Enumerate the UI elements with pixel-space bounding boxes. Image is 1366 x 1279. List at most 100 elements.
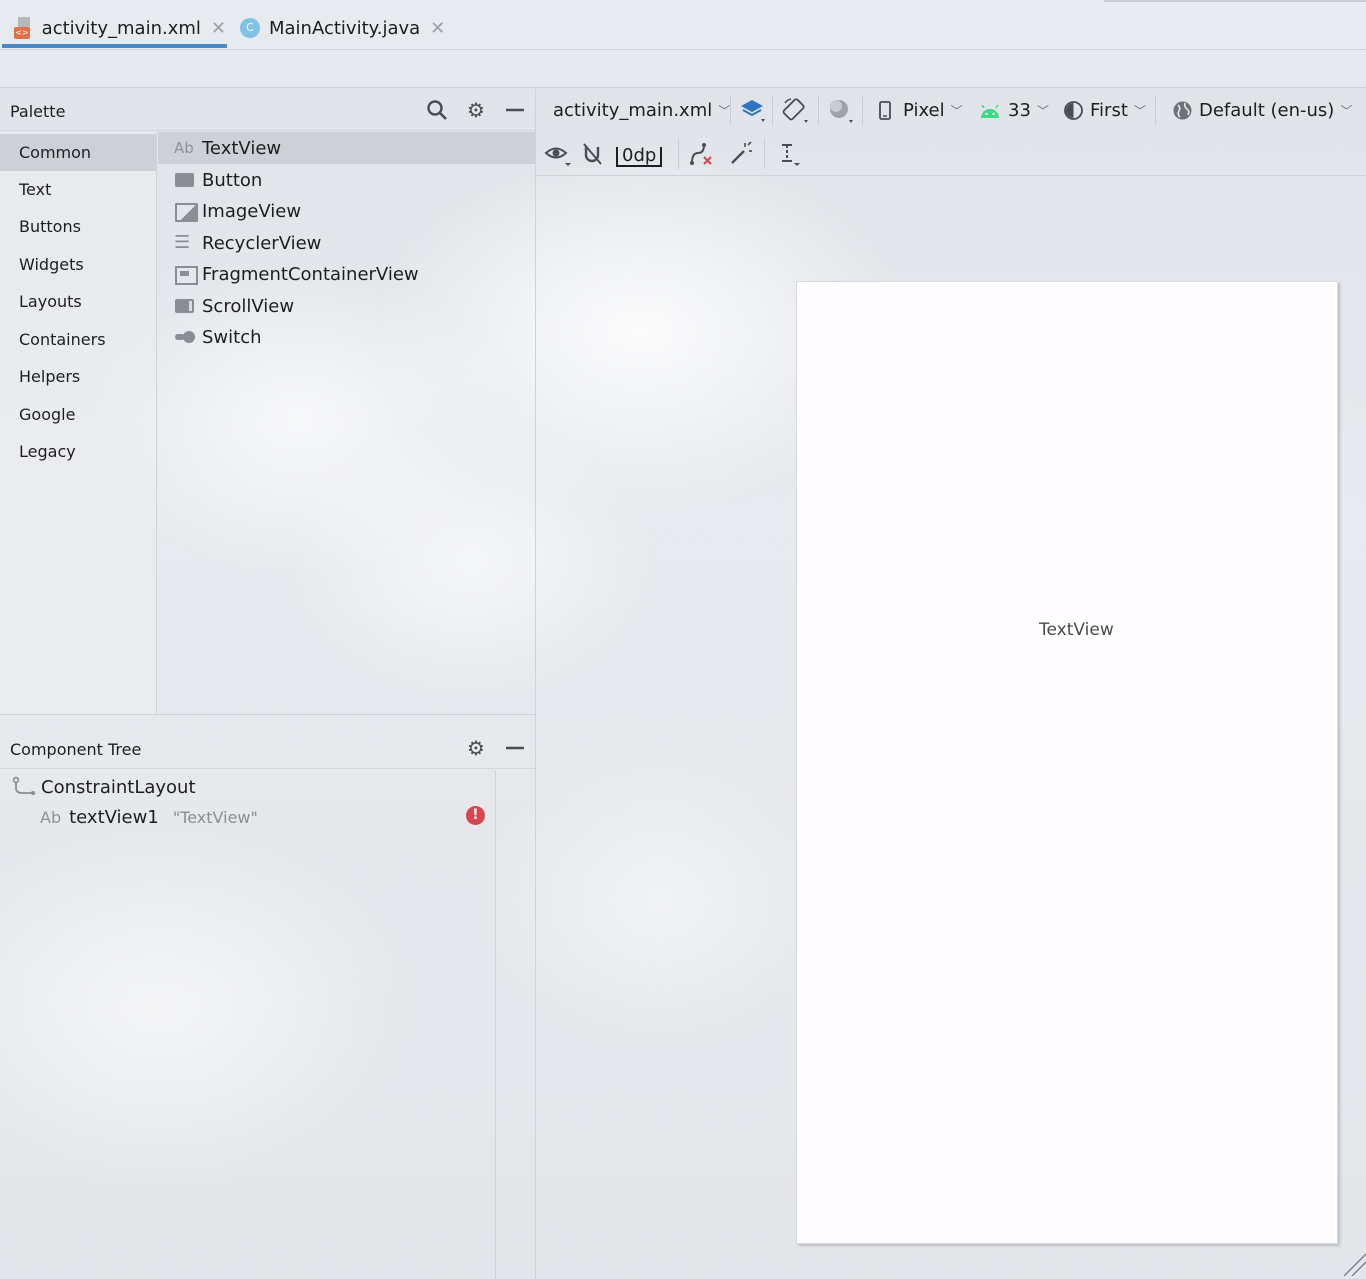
palette-item-label: ImageView: [202, 200, 302, 222]
palette-item-label: Switch: [202, 326, 262, 348]
fragment-container-icon: [174, 266, 198, 285]
palette-item-switch[interactable]: Switch: [158, 321, 535, 353]
phone-icon: [879, 100, 893, 121]
rotate-orientation-icon[interactable]: [782, 97, 808, 123]
palette-item-label: Button: [202, 169, 263, 191]
toolbar-separator: [730, 95, 731, 125]
palette-item-label: ScrollView: [202, 295, 295, 317]
palette-item-label: RecyclerView: [202, 232, 322, 254]
palette-category-google[interactable]: Google: [0, 396, 156, 433]
tree-node-textview1[interactable]: Ab textView1 "TextView": [40, 804, 258, 830]
palette-category-text[interactable]: Text: [0, 171, 156, 208]
chevron-down-icon: ﹀: [950, 104, 963, 118]
minimize-icon[interactable]: [504, 99, 526, 121]
editor-subbar: [0, 50, 1366, 88]
toolbar-separator: [1155, 95, 1156, 125]
minimize-icon[interactable]: [504, 737, 526, 759]
imageview-icon: [174, 203, 198, 222]
constraint-layout-icon: [12, 776, 38, 798]
infer-constraints-icon[interactable]: [728, 141, 754, 167]
theme-label: First: [1090, 100, 1128, 121]
component-tree-title: Component Tree: [10, 740, 142, 759]
night-mode-icon[interactable]: [827, 97, 853, 123]
textview-icon: Ab: [174, 139, 194, 157]
tab-label: MainActivity.java: [269, 17, 421, 39]
default-margin-field[interactable]: 0dp: [616, 133, 663, 176]
device-label: Pixel: [903, 100, 945, 121]
active-tab-indicator: [2, 44, 227, 48]
guidelines-icon[interactable]: [776, 141, 802, 167]
palette-header: [0, 89, 535, 131]
locale-dropdown[interactable]: Default (en-us) ﹀: [1172, 89, 1352, 132]
button-icon: [174, 172, 196, 188]
gear-icon[interactable]: ⚙: [465, 99, 487, 121]
palette-category-widgets[interactable]: Widgets: [0, 246, 156, 283]
tab-label: activity_main.xml: [41, 17, 201, 39]
tree-node-id: textView1: [69, 806, 159, 828]
chevron-down-icon: ﹀: [1340, 104, 1353, 118]
toolbar-separator: [772, 95, 773, 125]
layout-file-dropdown[interactable]: activity_main.xml ﹀: [553, 89, 730, 132]
palette-item-button[interactable]: Button: [158, 164, 535, 196]
switch-icon: [174, 329, 196, 345]
palette-item-scrollview[interactable]: ScrollView: [158, 290, 535, 322]
palette-category-buttons[interactable]: Buttons: [0, 208, 156, 245]
xml-layout-icon: <>: [14, 17, 34, 39]
toolbar-separator: [862, 95, 863, 125]
resize-grip-icon[interactable]: [1340, 1250, 1366, 1277]
java-class-icon: C: [240, 18, 260, 38]
close-icon[interactable]: ✕: [430, 18, 445, 39]
layout-file-label: activity_main.xml: [553, 100, 713, 121]
locale-label: Default (en-us): [1199, 100, 1335, 121]
design-area-border: [535, 89, 536, 1279]
tab-bar-top-line: [1104, 0, 1366, 2]
device-preview-canvas[interactable]: [796, 281, 1338, 1244]
palette-item-fragmentcontainerview[interactable]: FragmentContainerView: [158, 258, 535, 290]
tree-node-hint: "TextView": [172, 807, 258, 827]
android-icon: [980, 103, 1002, 119]
palette-item-imageview[interactable]: ImageView: [158, 195, 535, 227]
eye-view-options-icon[interactable]: [544, 141, 571, 167]
chevron-down-icon: ﹀: [718, 104, 731, 118]
toolbar-separator: [764, 139, 765, 169]
api-level-dropdown[interactable]: 33 ﹀: [980, 89, 1049, 132]
textview-icon: Ab: [40, 807, 62, 827]
panel-splitter[interactable]: [0, 714, 535, 726]
component-tree-divider: [495, 770, 496, 1279]
tab-activity-main-xml[interactable]: <> activity_main.xml ✕: [14, 10, 226, 46]
palette-item-recyclerview[interactable]: RecyclerView: [158, 227, 535, 259]
palette-category-layouts[interactable]: Layouts: [0, 283, 156, 320]
tree-node-constraintlayout[interactable]: ConstraintLayout: [12, 774, 196, 800]
gear-icon[interactable]: ⚙: [465, 737, 487, 759]
toolbar-separator: [818, 95, 819, 125]
palette-item-label: FragmentContainerView: [202, 263, 419, 285]
recyclerview-icon: [174, 232, 196, 253]
palette-item-label: TextView: [202, 137, 282, 159]
api-level-label: 33: [1008, 100, 1031, 121]
device-dropdown[interactable]: Pixel ﹀: [879, 89, 963, 132]
error-icon[interactable]: !: [466, 806, 485, 825]
chevron-down-icon: ﹀: [1133, 104, 1146, 118]
palette-category-legacy[interactable]: Legacy: [0, 433, 156, 470]
palette-category-common[interactable]: Common: [0, 134, 156, 171]
palette-item-list: Ab TextView Button ImageView RecyclerVie…: [158, 132, 535, 714]
toolbar-separator: [678, 139, 679, 169]
chevron-down-icon: ﹀: [1036, 104, 1049, 118]
preview-textview[interactable]: TextView: [1039, 620, 1114, 640]
layers-icon[interactable]: [739, 97, 765, 123]
tab-mainactivity-java[interactable]: C MainActivity.java ✕: [240, 10, 450, 46]
close-icon[interactable]: ✕: [211, 18, 226, 39]
default-margin-value: 0dp: [616, 146, 663, 167]
palette-title: Palette: [10, 102, 66, 121]
constraint-toolbar: 0dp: [536, 133, 1366, 176]
design-toolbar: activity_main.xml ﹀ Pixel ﹀ 33 ﹀ First ﹀: [536, 89, 1366, 132]
autoconnect-off-icon[interactable]: [580, 141, 606, 167]
search-icon[interactable]: [426, 99, 448, 121]
theme-icon: [1063, 100, 1085, 122]
palette-category-helpers[interactable]: Helpers: [0, 358, 156, 395]
palette-category-containers[interactable]: Containers: [0, 321, 156, 358]
theme-dropdown[interactable]: First ﹀: [1063, 89, 1146, 132]
palette-item-textview[interactable]: Ab TextView: [158, 132, 535, 164]
clear-constraints-icon[interactable]: [688, 141, 714, 167]
palette-category-list: Common Text Buttons Widgets Layouts Cont…: [0, 132, 157, 714]
